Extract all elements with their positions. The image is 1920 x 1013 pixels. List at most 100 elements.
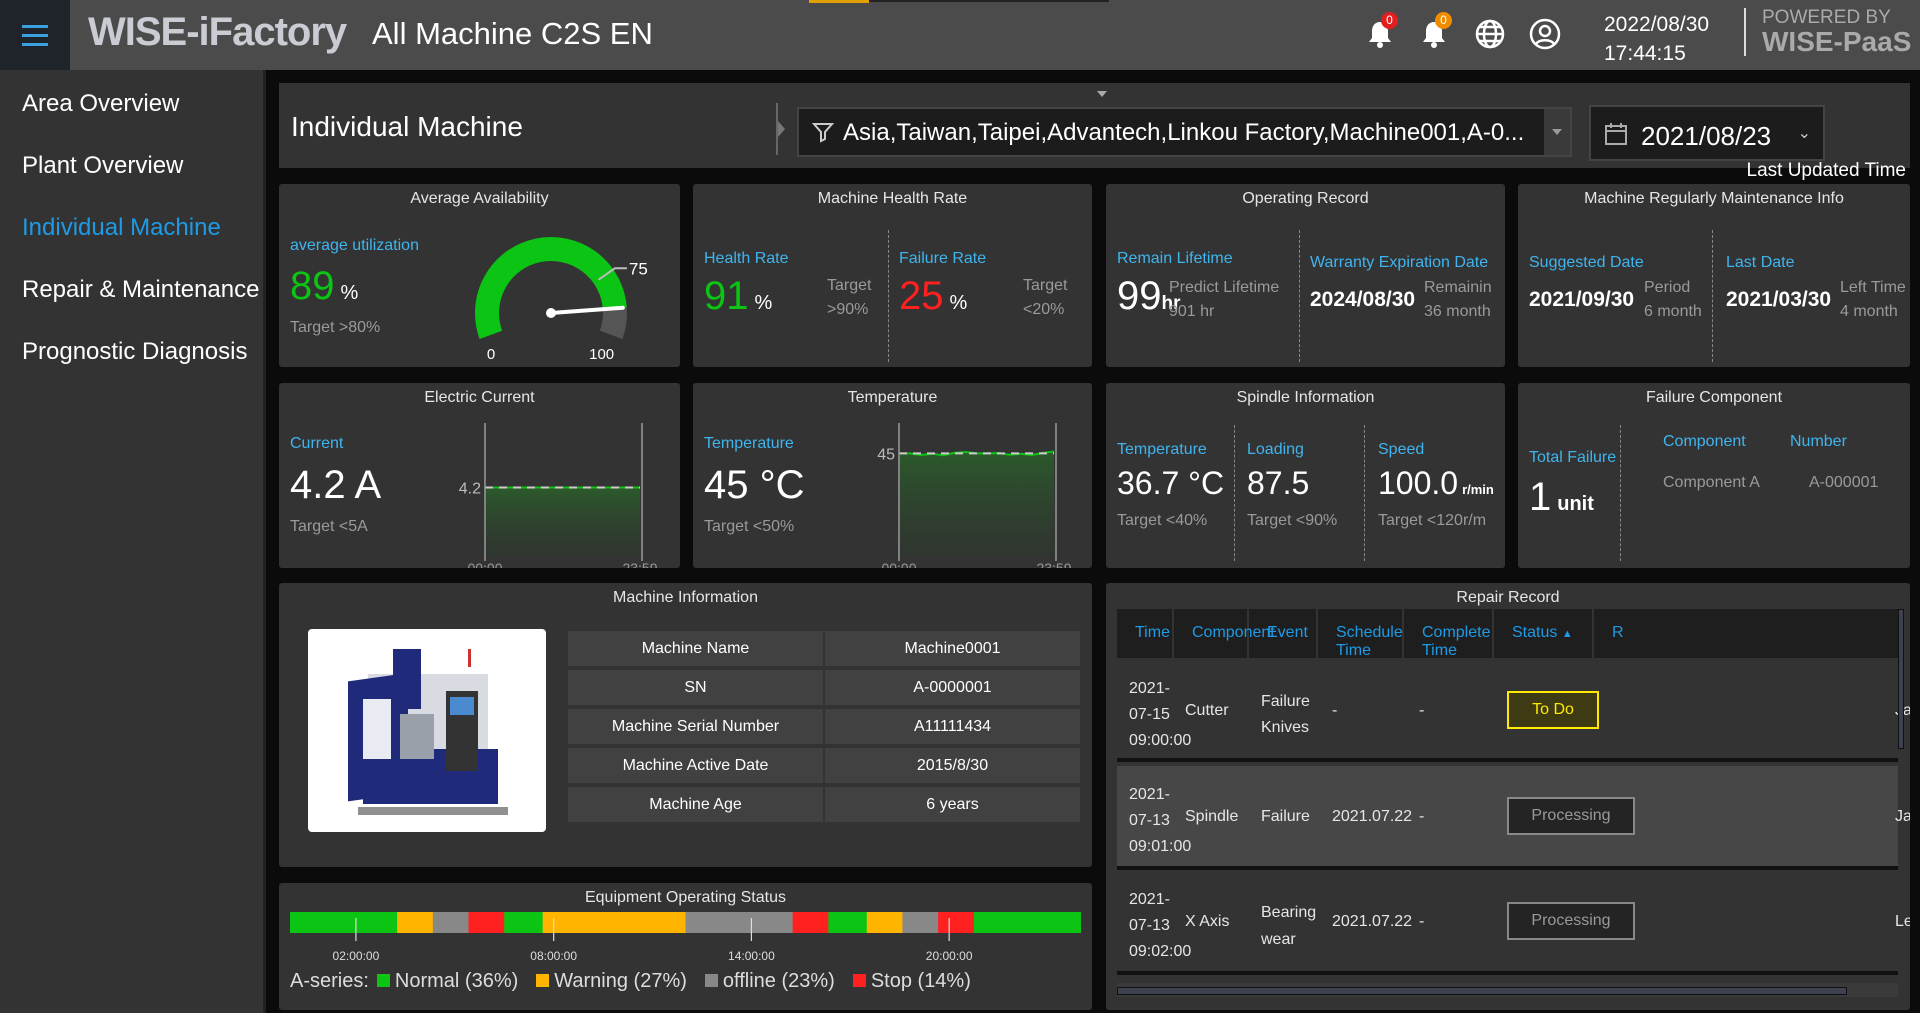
equipment-status-card: Equipment Operating Status 02:00:00 08:00…	[279, 883, 1092, 1010]
filter-dropdown-button[interactable]	[1544, 109, 1570, 155]
divider	[1234, 425, 1235, 561]
card-title: Machine Health Rate	[817, 190, 968, 207]
component: X Axis	[1185, 913, 1230, 930]
complete-time: -	[1419, 808, 1425, 825]
failure-component-card: Failure Component Total Failure 1 unit Co…	[1518, 383, 1910, 568]
horizontal-scrollbar-thumb[interactable]	[1117, 987, 1847, 995]
left-time-value: 4 month	[1840, 303, 1898, 320]
target-value: >90%	[827, 301, 869, 318]
legend-label: Stop (14%)	[870, 970, 971, 992]
event: Knives	[1261, 719, 1310, 736]
status-segment-offline	[685, 912, 794, 933]
sidebar: Area Overview Plant Overview Individual …	[0, 70, 266, 1013]
filter-value: Asia,Taiwan,Taipei,Advantech,Linkou Fact…	[843, 119, 1525, 146]
globe-icon[interactable]	[1472, 16, 1508, 52]
platform-logo: WISE-PaaS	[1762, 26, 1912, 57]
loading-value: 87.5	[1247, 465, 1310, 501]
table-row[interactable]: 2021- 07-13 09:02:00 X Axis Bearing wear 20…	[1117, 871, 1910, 975]
legend-label: Normal (36%)	[394, 970, 519, 992]
column-header-component: Component	[1663, 433, 1746, 450]
status-segment-stop	[468, 912, 505, 933]
status-segment-stop	[938, 912, 975, 933]
column-header-status[interactable]: Status ▲	[1494, 609, 1594, 658]
status-segment-normal	[973, 912, 1081, 933]
event: wear	[1261, 931, 1296, 948]
location-filter-select[interactable]: Asia,Taiwan,Taipei,Advantech,Linkou Fact…	[797, 107, 1572, 157]
remain-lifetime-label: Remain Lifetime	[1117, 250, 1233, 267]
field-value: 6 years	[825, 787, 1080, 822]
time: 09:00:00	[1129, 732, 1192, 749]
sidebar-item-individual-machine[interactable]: Individual Machine	[22, 214, 221, 242]
vertical-scrollbar-thumb[interactable]	[1898, 609, 1904, 749]
alarm-bell-red-icon[interactable]: 0	[1362, 12, 1398, 52]
gauge-value-arc	[475, 237, 627, 339]
temperature-card: Temperature Temperature 45 °C Target <50…	[693, 383, 1092, 568]
card-title: Equipment Operating Status	[584, 889, 786, 906]
machine-information-card: Machine Information Machine Name Machine0…	[279, 583, 1092, 867]
time: 07-13	[1129, 812, 1170, 829]
time: 09:02:00	[1129, 943, 1192, 960]
schedule-time: -	[1332, 702, 1338, 719]
metric-label: Current	[290, 435, 344, 452]
field-label: Machine Name	[568, 631, 823, 666]
sidebar-item-area-overview[interactable]: Area Overview	[22, 90, 179, 118]
repair-table-header: Time Component Event Schedule Time Compl…	[1117, 609, 1898, 659]
column-header-event[interactable]: Event	[1249, 609, 1318, 658]
electric-current-card: Electric Current Current 4.2 A Target <5…	[279, 383, 680, 568]
expand-arrow-icon[interactable]	[778, 121, 785, 137]
column-header-schedule-time[interactable]: Schedule Time	[1318, 609, 1404, 659]
x-end-label: 23:59	[622, 560, 657, 568]
target-text: Target >80%	[290, 319, 381, 336]
failure-rate-value: 25	[899, 274, 944, 318]
status-segment-normal	[828, 912, 868, 933]
column-header-r[interactable]: R	[1594, 609, 1634, 658]
status-badge[interactable]: Processing	[1507, 902, 1635, 940]
calendar-icon	[1605, 123, 1627, 145]
status-badge[interactable]: To Do	[1507, 691, 1599, 729]
collapse-toggle-icon[interactable]	[1097, 91, 1107, 97]
sidebar-item-prognostic-diagnosis[interactable]: Prognostic Diagnosis	[22, 338, 247, 366]
suggested-date: 2021/09/30	[1529, 288, 1635, 311]
divider	[1712, 230, 1713, 362]
app-title: All Machine C2S EN	[372, 16, 653, 51]
legend-offline: offline (23%)	[704, 970, 835, 993]
user-account-icon[interactable]	[1527, 16, 1563, 52]
status-segment-stop	[792, 912, 829, 933]
availability-gauge: 75 0 100	[475, 237, 648, 363]
left-time-label: Left Time	[1840, 279, 1906, 296]
column-header-complete-time[interactable]: Complete Time	[1404, 609, 1494, 659]
divider	[888, 230, 889, 362]
date-picker[interactable]: 2021/08/23 ⌄	[1589, 105, 1825, 161]
event: Failure	[1261, 808, 1310, 825]
datetime: 2022/08/30 17:44:15	[1604, 10, 1709, 68]
target-value: <20%	[1023, 301, 1065, 318]
sidebar-item-plant-overview[interactable]: Plant Overview	[22, 152, 183, 180]
table-row[interactable]: 2021- 07-13 09:01:00 Spindle Failure 2021.…	[1117, 766, 1910, 870]
r-value: Ja	[1895, 808, 1910, 825]
time: 07-13	[1129, 917, 1170, 934]
sidebar-item-repair-maintenance[interactable]: Repair & Maintenance	[22, 276, 259, 304]
health-rate-value: 91	[704, 274, 749, 318]
table-row[interactable]: 2021- 07-15 09:00:00 Cutter Failure Knives …	[1117, 658, 1910, 762]
time: 09:01:00	[1129, 838, 1192, 855]
complete-time: -	[1419, 913, 1425, 930]
status-badge[interactable]: Processing	[1507, 797, 1635, 835]
r-value: Le	[1895, 913, 1910, 930]
card-title: Machine Information	[613, 589, 758, 606]
machine-image	[308, 629, 546, 832]
time: 2021-	[1129, 680, 1170, 697]
card-title: Machine Regularly Maintenance Info	[1584, 190, 1844, 207]
alarm-bell-orange-icon[interactable]: 0	[1416, 12, 1452, 52]
schedule-time: 2021.07.22	[1332, 913, 1413, 930]
column-header-component[interactable]: Component	[1174, 609, 1275, 658]
warranty-label: Warranty Expiration Date	[1310, 254, 1489, 271]
table-row: Machine Name Machine0001	[568, 631, 1080, 666]
x-start-label: 00:00	[881, 560, 916, 568]
status-segment-warning	[397, 912, 434, 933]
status-segment-warning	[866, 912, 903, 933]
column-header-time[interactable]: Time	[1117, 609, 1174, 658]
time-tick-label: 14:00:00	[728, 949, 775, 962]
menu-icon[interactable]	[0, 0, 70, 70]
last-updated-time: Last Updated Time	[1746, 160, 1906, 181]
legend-warning: Warning (27%)	[536, 970, 687, 993]
